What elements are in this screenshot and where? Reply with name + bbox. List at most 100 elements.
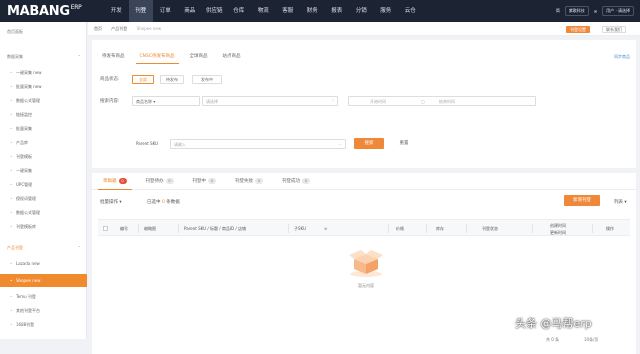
tab-global-products[interactable]: 全球商品 [186, 53, 212, 64]
count-badge: 0 [208, 178, 216, 184]
tab-cnsc-pending[interactable]: CNSC待发布商品 [135, 53, 179, 64]
col-header: 缩略图 [144, 226, 156, 231]
status-chip-publishing[interactable]: 发布中 [192, 75, 222, 84]
pager-total: 共 0 条 [546, 337, 560, 342]
pager-size-select[interactable]: 10条/页 [584, 337, 598, 343]
more-icon: ⋯ [338, 142, 342, 147]
selected-text: 已选中 0 条数据 [147, 200, 180, 205]
breadcrumb: 首页 产品刊登 Shopee new 刊登设置 联系我们 [88, 22, 640, 36]
main-content: 首页 产品刊登 Shopee new 刊登设置 联系我们 待发布商品 CNSC待… [88, 22, 640, 354]
breadcrumb-home[interactable]: 首页 [94, 26, 102, 31]
store-tabs: 待发布商品 CNSC待发布商品 全球商品 站点商品 [92, 53, 245, 64]
sidebar-item[interactable]: 批量采集 new [0, 81, 87, 92]
sidebar-item[interactable]: 一键采集 [0, 165, 87, 176]
language-switch[interactable]: 简 [556, 8, 560, 14]
add-circle-icon[interactable]: ⊕ [324, 220, 327, 237]
sidebar-item[interactable]: 一键采集 new [0, 67, 87, 78]
sync-products-link[interactable]: 同步商品 [614, 54, 630, 60]
tab-site-products[interactable]: 站点商品 [219, 53, 245, 64]
status-chip-pending[interactable]: 待发布 [160, 75, 184, 84]
sidebar-item[interactable]: 数据公式管理 [0, 95, 87, 106]
sidebar-item[interactable]: 批量采集 [0, 123, 87, 134]
chevron-up-icon: ⌃ [77, 54, 81, 59]
view-list-dropdown[interactable]: 列表 ▾ [614, 199, 627, 205]
data-tabs: 草稿箱 0 刊登待办 0 刊登中 0 刊登失败 0 刊登成功 0 [92, 173, 636, 190]
table-header: 编号 缩略图 Parent SKU / 标题 / 商品ID / 店铺 子SKU … [98, 219, 630, 236]
watermark-text: 头条 @马帮erp [515, 317, 592, 330]
tab-pending[interactable]: 待发布商品 [98, 53, 129, 64]
add-listing-button[interactable]: 新增刊登 [564, 195, 600, 206]
empty-state: 暂无内容 [336, 245, 396, 289]
topnav-shangpin[interactable]: 商品 [178, 0, 203, 22]
calendar-icon: ▢ [421, 99, 425, 104]
topnav-kefu[interactable]: 客服 [276, 0, 301, 22]
count-badge: 0 [118, 178, 127, 184]
col-header: 价格 [396, 226, 404, 231]
time-range-picker[interactable]: 开始时间 ▢ 结束时间 [348, 96, 536, 106]
user-menu[interactable]: 用户 · 请选择 [602, 6, 634, 16]
topnav-cangku[interactable]: 仓库 [227, 0, 252, 22]
tab-failed[interactable]: 刊登失败 0 [230, 173, 268, 190]
filter-panel: 待发布商品 CNSC待发布商品 全球商品 站点商品 同步商品 商品状态: 全部 … [92, 40, 636, 168]
bell-icon[interactable]: ✉ [594, 9, 597, 14]
topnav-caiwu[interactable]: 财务 [300, 0, 325, 22]
status-chip-all[interactable]: 全部 [132, 75, 154, 84]
count-badge: 0 [302, 178, 310, 184]
tab-success[interactable]: 刊登成功 0 [277, 173, 315, 190]
sidebar-dashboard[interactable]: 首页面板 [0, 26, 87, 37]
col-header: 操作 [606, 226, 614, 231]
top-nav-bar: MABANGERP 开发 刊登 订单 商品 供应链 仓库 物流 客服 财务 报表… [0, 0, 640, 22]
sidebar-item[interactable]: 其他刊登平台 [0, 305, 87, 316]
top-menu: 开发 刊登 订单 商品 供应链 仓库 物流 客服 财务 报表 分销 服务 云仓 [104, 0, 423, 22]
batch-operation-dropdown[interactable]: 批量操作 ▾ [100, 199, 122, 205]
sidebar-item[interactable]: 1688刊登 [0, 319, 87, 330]
topnav-fuwu[interactable]: 服务 [374, 0, 399, 22]
company-pill[interactable]: 紫歌科技 [564, 6, 589, 16]
sidebar-item[interactable]: UPC管理 [0, 179, 87, 190]
sidebar-item[interactable]: 产品库 [0, 137, 87, 148]
topnav-kandeng[interactable]: 刊登 [128, 0, 153, 22]
search-button[interactable]: 搜索 [354, 138, 384, 149]
publish-settings-button[interactable]: 刊登设置 [566, 26, 590, 33]
sidebar-item[interactable]: Temu 刊登 [0, 291, 87, 302]
col-header: 子SKU [294, 226, 306, 231]
contact-us-button[interactable]: 联系我们 [602, 26, 626, 33]
topnav-yuncang[interactable]: 云仓 [398, 0, 423, 22]
sidebar-item-shopee[interactable]: Shopee new [0, 274, 87, 287]
search-label: 搜索内容: [100, 99, 120, 104]
parent-sku-label: Parent SKU [136, 141, 159, 146]
topnav-baobiao[interactable]: 报表 [325, 0, 350, 22]
col-header: Parent SKU / 标题 / 商品ID / 店铺 [184, 226, 246, 231]
mabang-logo[interactable]: MABANGERP [7, 4, 82, 19]
sidebar-item[interactable]: 刊登模板库 [0, 221, 87, 232]
search-value-select[interactable]: 请选择 ˅ [202, 96, 338, 106]
sidebar-item[interactable]: 数据公式管理 [0, 207, 87, 218]
sidebar: 首页面板 数据采集⌃ 一键采集 new 批量采集 new 数据公式管理 链接监控… [0, 22, 87, 339]
search-field-select[interactable]: 商品名称 ▾ [132, 96, 200, 106]
sidebar-item[interactable]: 链接监控 [0, 109, 87, 120]
sidebar-group-publish[interactable]: 产品刊登 ⌃ [0, 242, 87, 253]
sidebar-group-collect[interactable]: 数据采集 ⌃ [0, 51, 87, 62]
topnav-kaifa[interactable]: 开发 [104, 0, 129, 22]
sidebar-item-lazada[interactable]: Lazada new [0, 258, 87, 269]
topnav-wuliu[interactable]: 物流 [251, 0, 276, 22]
status-label: 商品状态: [100, 77, 120, 82]
reset-button[interactable]: 重置 [392, 138, 416, 149]
sidebar-item[interactable]: 侵权词管理 [0, 193, 87, 204]
topnav-gongyinglian[interactable]: 供应链 [202, 0, 227, 22]
col-header-times: 创建时间 更新时间 [550, 223, 566, 235]
sidebar-item[interactable]: 刊登模板 [0, 151, 87, 162]
tab-drafts[interactable]: 草稿箱 0 [98, 173, 132, 190]
empty-text: 暂无内容 [358, 283, 374, 288]
breadcrumb-current: Shopee new [136, 26, 162, 31]
breadcrumb-publish[interactable]: 产品刊登 [111, 26, 127, 31]
select-all-checkbox[interactable] [103, 226, 108, 231]
tab-publishing[interactable]: 刊登中 0 [188, 173, 222, 190]
topnav-dingdan[interactable]: 订单 [153, 0, 178, 22]
table-toolbar: 批量操作 ▾ 已选中 0 条数据 新增刊登 列表 ▾ [92, 194, 636, 208]
top-right-tools: 简 紫歌科技 ✉ 用户 · 请选择 [556, 0, 634, 22]
col-header: 刊登状态 [482, 226, 498, 231]
tab-todo[interactable]: 刊登待办 0 [141, 173, 179, 190]
parent-sku-input[interactable]: 请输入 ⋯ [170, 139, 346, 149]
topnav-fenxiao[interactable]: 分销 [349, 0, 374, 22]
